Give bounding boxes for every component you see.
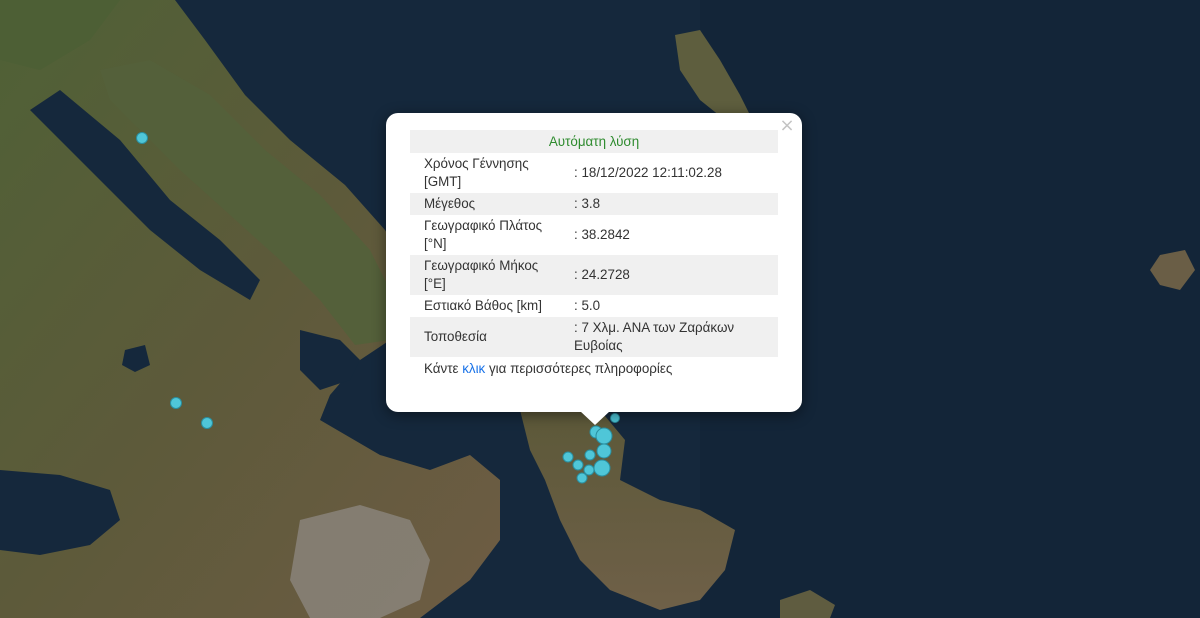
earthquake-marker[interactable]	[584, 449, 596, 461]
row-value: : 5.0	[574, 298, 601, 313]
row-value: : 38.2842	[574, 227, 630, 242]
table-row: Γεωγραφικό Πλάτος [°N] : 38.2842	[410, 215, 778, 255]
more-info-link[interactable]: κλικ	[462, 361, 485, 376]
row-value: : 18/12/2022 12:11:02.28	[574, 165, 722, 180]
popup-header: Αυτόματη λύση	[410, 130, 778, 153]
row-value: : 7 Χλμ. ΑΝΑ των Ζαράκων Ευβοίας	[574, 320, 735, 353]
row-value: : 24.2728	[574, 267, 630, 282]
earthquake-marker[interactable]	[576, 472, 588, 484]
table-row: Χρόνος Γέννησης [GMT] : 18/12/2022 12:11:…	[410, 153, 778, 193]
row-label: Εστιακό Βάθος [km]	[424, 298, 542, 313]
earthquake-info-table: Αυτόματη λύση Χρόνος Γέννησης [GMT] : 18/…	[410, 130, 778, 357]
table-row: Τοποθεσία : 7 Χλμ. ΑΝΑ των Ζαράκων Ευβοία…	[410, 317, 778, 357]
earthquake-marker[interactable]	[136, 132, 148, 144]
earthquake-marker[interactable]	[562, 451, 574, 463]
popup-pointer	[580, 411, 610, 425]
earthquake-marker[interactable]	[595, 427, 613, 445]
more-info-text: Κάντε κλικ για περισσότερες πληροφορίες	[424, 361, 673, 376]
row-label: Τοποθεσία	[424, 329, 487, 344]
earthquake-marker[interactable]	[170, 397, 182, 409]
athens-urban	[290, 505, 430, 618]
table-row: Εστιακό Βάθος [km] : 5.0	[410, 295, 778, 317]
earthquake-marker[interactable]	[610, 413, 620, 423]
earthquake-marker[interactable]	[201, 417, 213, 429]
earthquake-marker[interactable]	[583, 464, 595, 476]
row-value: : 3.8	[574, 196, 601, 211]
row-label: Γεωγραφικό Πλάτος [°N]	[424, 218, 543, 251]
row-label: Γεωγραφικό Μήκος [°E]	[424, 258, 539, 291]
row-label: Χρόνος Γέννησης [GMT]	[424, 156, 529, 189]
close-icon[interactable]: ×	[778, 117, 796, 135]
earthquake-popup: × Αυτόματη λύση Χρόνος Γέννησης [GMT] : 1…	[386, 113, 802, 412]
earthquake-marker[interactable]	[596, 443, 612, 459]
earthquake-marker[interactable]	[572, 459, 584, 471]
table-row: Μέγεθος : 3.8	[410, 193, 778, 215]
row-label: Μέγεθος	[424, 196, 476, 211]
table-row: Γεωγραφικό Μήκος [°E] : 24.2728	[410, 255, 778, 295]
earthquake-marker[interactable]	[593, 459, 611, 477]
